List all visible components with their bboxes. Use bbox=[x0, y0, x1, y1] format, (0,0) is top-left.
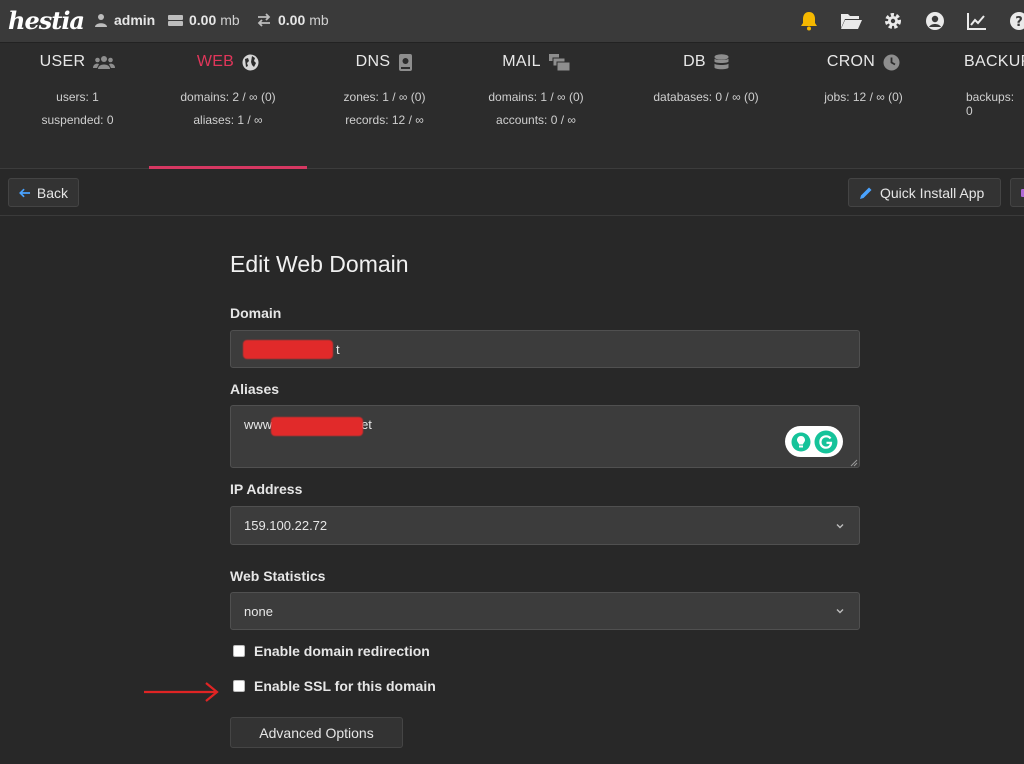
red-arrow-annotation bbox=[144, 682, 219, 702]
tab-user-label: USER bbox=[39, 53, 86, 70]
globe-icon bbox=[242, 54, 259, 70]
ssl-checkbox-row[interactable]: Enable SSL for this domain bbox=[233, 678, 436, 694]
user-circle-icon[interactable] bbox=[924, 10, 946, 32]
aliases-textarea[interactable]: www. et bbox=[230, 405, 860, 468]
redirect-label: Enable domain redirection bbox=[254, 643, 430, 659]
tab-cron-line1: jobs: 12 / ∞ (0) bbox=[824, 90, 903, 104]
save-button[interactable] bbox=[1010, 178, 1024, 207]
lightbulb-icon bbox=[791, 432, 810, 451]
ssl-checkbox[interactable] bbox=[233, 680, 245, 692]
tab-user-line2: suspended: 0 bbox=[41, 113, 114, 127]
back-button-label: Back bbox=[36, 184, 68, 201]
tab-db[interactable]: DB databases: 0 / ∞ (0) bbox=[626, 43, 786, 169]
quick-install-label: Quick Install App bbox=[880, 184, 985, 201]
tab-web-label: WEB bbox=[196, 53, 235, 70]
tab-backup[interactable]: BACKUP backups: 0 bbox=[940, 43, 1024, 169]
hdd-icon bbox=[168, 14, 183, 26]
exchange-icon bbox=[257, 13, 271, 27]
svg-text:?: ? bbox=[1015, 15, 1023, 30]
bandwidth-usage: 0.00 mb bbox=[256, 12, 329, 28]
pencil-icon bbox=[860, 187, 872, 199]
ip-address-select[interactable]: 159.100.22.72 bbox=[230, 506, 860, 545]
redirect-checkbox-row[interactable]: Enable domain redirection bbox=[233, 643, 430, 659]
aliases-label: Aliases bbox=[230, 381, 280, 397]
folder-icon[interactable] bbox=[840, 10, 862, 32]
web-statistics-label: Web Statistics bbox=[230, 568, 326, 584]
redirect-checkbox[interactable] bbox=[233, 645, 245, 657]
tab-dns-line1: zones: 1 / ∞ (0) bbox=[343, 90, 426, 104]
tab-backup-line1: backups: 0 bbox=[966, 90, 1015, 118]
tab-dns[interactable]: DNS zones: 1 / ∞ (0) records: 12 / ∞ bbox=[307, 43, 462, 169]
help-icon[interactable]: ? bbox=[1008, 10, 1024, 32]
redaction-mark bbox=[243, 340, 333, 359]
active-tab-indicator bbox=[149, 166, 307, 169]
bell-icon[interactable] bbox=[798, 10, 820, 32]
disk-value: 0.00 bbox=[189, 12, 217, 28]
tab-cron-label: CRON bbox=[826, 53, 876, 70]
clock-icon bbox=[883, 54, 900, 70]
tab-mail[interactable]: MAIL domains: 1 / ∞ (0) accounts: 0 / ∞ bbox=[462, 43, 610, 169]
grammarly-widget[interactable] bbox=[785, 426, 843, 457]
tab-backup-label: BACKUP bbox=[964, 53, 1024, 70]
book-icon bbox=[399, 53, 413, 71]
advanced-options-label: Advanced Options bbox=[259, 724, 374, 741]
ip-address-value: 159.100.22.72 bbox=[244, 518, 328, 533]
top-icons: ? bbox=[778, 10, 1024, 32]
chevron-down-icon bbox=[836, 609, 844, 614]
stats-tabs: USER users: 1 suspended: 0 WEB domains: … bbox=[0, 43, 1024, 169]
user-menu[interactable]: admin bbox=[94, 12, 155, 28]
ssl-label: Enable SSL for this domain bbox=[254, 678, 436, 694]
bandwidth-unit: mb bbox=[309, 12, 329, 28]
disk-unit: mb bbox=[220, 12, 240, 28]
tab-user-line1: users: 1 bbox=[56, 90, 99, 104]
hestia-logo[interactable]: hestia bbox=[8, 6, 85, 35]
web-statistics-select[interactable]: none bbox=[230, 592, 860, 630]
page-title: Edit Web Domain bbox=[230, 251, 409, 277]
gear-icon[interactable] bbox=[882, 10, 904, 32]
back-button[interactable]: Back bbox=[8, 178, 79, 207]
mail-bulk-icon bbox=[548, 53, 570, 71]
tab-cron[interactable]: CRON jobs: 12 / ∞ (0) bbox=[786, 43, 941, 169]
bandwidth-value: 0.00 bbox=[278, 12, 306, 28]
tab-web-line2: aliases: 1 / ∞ bbox=[193, 113, 263, 127]
username: admin bbox=[114, 12, 156, 28]
tab-db-line1: databases: 0 / ∞ (0) bbox=[653, 90, 759, 104]
quick-install-button[interactable]: Quick Install App bbox=[848, 178, 1001, 207]
web-statistics-value: none bbox=[244, 603, 273, 619]
tab-mail-label: MAIL bbox=[502, 53, 541, 70]
top-bar: hestia admin 0.00 mb 0.00 mb ? bbox=[0, 0, 1024, 43]
tab-mail-line2: accounts: 0 / ∞ bbox=[496, 113, 576, 127]
grammarly-icon bbox=[814, 430, 837, 453]
tab-db-label: DB bbox=[683, 53, 706, 70]
tab-web[interactable]: WEB domains: 2 / ∞ (0) aliases: 1 / ∞ bbox=[149, 43, 307, 169]
user-icon bbox=[95, 14, 107, 27]
advanced-options-button[interactable]: Advanced Options bbox=[230, 717, 403, 748]
tab-dns-label: DNS bbox=[355, 53, 391, 70]
resize-handle-icon[interactable] bbox=[850, 459, 858, 467]
redaction-mark bbox=[271, 417, 363, 436]
database-icon bbox=[714, 53, 729, 69]
tab-mail-line1: domains: 1 / ∞ (0) bbox=[488, 90, 584, 104]
chart-line-icon[interactable] bbox=[966, 10, 988, 32]
disk-usage: 0.00 mb bbox=[168, 12, 240, 28]
domain-label: Domain bbox=[230, 305, 282, 321]
tab-dns-line2: records: 12 / ∞ bbox=[345, 113, 424, 127]
arrow-left-icon bbox=[19, 188, 31, 197]
ip-address-label: IP Address bbox=[230, 481, 303, 497]
tab-user[interactable]: USER users: 1 suspended: 0 bbox=[0, 43, 155, 169]
users-icon bbox=[93, 56, 116, 69]
tab-web-line1: domains: 2 / ∞ (0) bbox=[180, 90, 276, 104]
toolbar: Back Quick Install App bbox=[0, 170, 1024, 216]
chevron-down-icon bbox=[836, 523, 844, 528]
